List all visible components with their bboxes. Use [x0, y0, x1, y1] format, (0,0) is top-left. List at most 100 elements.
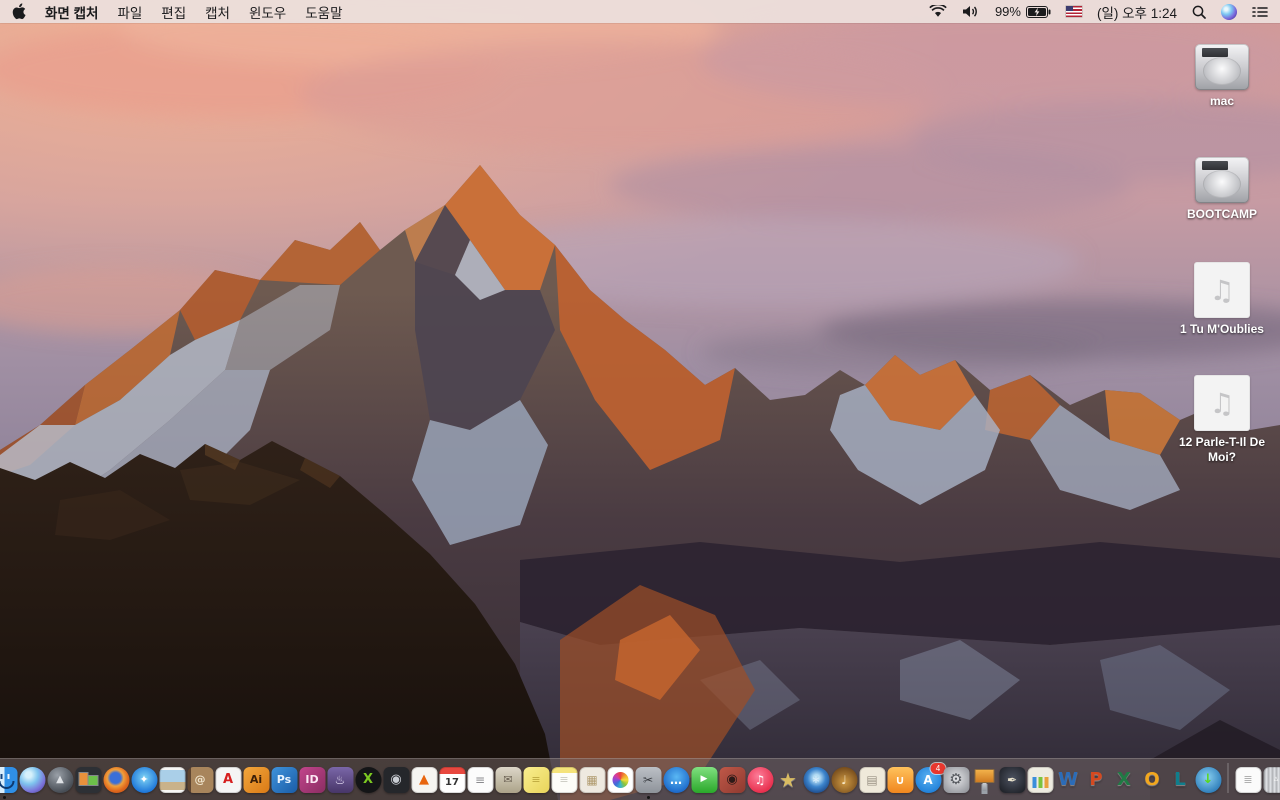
- adobe-indesign-icon: ID: [299, 766, 325, 793]
- ms-powerpoint-icon: P: [1089, 768, 1103, 790]
- preview-icon: [159, 766, 185, 793]
- dock: ▲ ✦ @ A Ai Ps ID ♨ X ◉ ▲ 17 ≡ ✉ ≡ ≡ ▦ ✂… ▶ ◉ ♫ ★ ∗ ♩ ▤ ∪ A 4 ⚙ ✒ W P X O L…: [0, 758, 1280, 800]
- dock-idvd[interactable]: ∗: [803, 766, 830, 793]
- dock-system-preferences[interactable]: ⚙: [943, 766, 970, 793]
- menu-bar: 화면 캡처 파일 편집 캡처 윈도우 도움말 99% (일) 오후 1:24: [0, 0, 1280, 23]
- app-menu-title[interactable]: 화면 캡처: [45, 2, 98, 22]
- recent-document-icon: ≣: [1235, 766, 1261, 793]
- menu-window[interactable]: 윈도우: [249, 2, 286, 22]
- finder-icon: [0, 766, 17, 793]
- notes-icon: ≡: [551, 766, 577, 793]
- dock-vlc[interactable]: ▲: [411, 766, 438, 793]
- video-converter-icon: X: [355, 766, 381, 793]
- running-indicator: [646, 796, 650, 799]
- dock-finder[interactable]: [0, 766, 18, 799]
- siri-menu-icon[interactable]: [1221, 3, 1237, 20]
- dock-contacts[interactable]: @: [187, 766, 214, 793]
- apple-menu[interactable]: [12, 3, 26, 20]
- dock-reminders[interactable]: ≡: [467, 766, 494, 793]
- wifi-icon[interactable]: [929, 5, 947, 18]
- dock-ms-excel[interactable]: X: [1111, 766, 1138, 793]
- idvd-icon: ∗: [803, 766, 829, 793]
- photos-icon: [607, 766, 633, 793]
- grab-icon: ✂: [635, 766, 661, 793]
- dock-downloader[interactable]: ↓: [1195, 766, 1222, 793]
- dock-facetime[interactable]: ▶: [691, 766, 718, 793]
- dock-safari[interactable]: ✦: [131, 766, 158, 793]
- audio-file-icon: ♫: [1194, 262, 1250, 318]
- menu-help[interactable]: 도움말: [305, 2, 342, 22]
- dock-ms-lync[interactable]: L: [1167, 766, 1194, 793]
- dock-preview[interactable]: [159, 766, 186, 793]
- desktop-icon-audio-file-1[interactable]: ♫ 1 Tu M'Oublies: [1178, 262, 1266, 337]
- menu-bar-clock[interactable]: (일) 오후 1:24: [1097, 2, 1177, 22]
- dock-divider: [1227, 763, 1229, 793]
- dock-video-converter[interactable]: X: [355, 766, 382, 793]
- dock-scrapbook[interactable]: ▤: [859, 766, 886, 793]
- dock-pages[interactable]: ✒: [999, 766, 1026, 793]
- dock-garageband[interactable]: ♩: [831, 766, 858, 793]
- dock-adobe-acrobat[interactable]: A: [215, 766, 242, 793]
- dock-imovie[interactable]: ★: [775, 766, 802, 793]
- adobe-illustrator-icon: Ai: [243, 766, 269, 793]
- dock-mission-control[interactable]: [75, 766, 102, 793]
- desktop-icon-drive-bootcamp[interactable]: BOOTCAMP: [1178, 157, 1266, 222]
- dock-grab[interactable]: ✂: [635, 766, 662, 799]
- safari-icon: ✦: [131, 766, 157, 793]
- dock-adobe-photoshop[interactable]: Ps: [271, 766, 298, 793]
- dock-adobe-indesign[interactable]: ID: [299, 766, 326, 793]
- dock-keynote[interactable]: [971, 766, 998, 793]
- dock-ms-powerpoint[interactable]: P: [1083, 766, 1110, 793]
- battery-icon[interactable]: [1025, 5, 1051, 18]
- ms-outlook-icon: O: [1144, 768, 1160, 790]
- dock-launchpad[interactable]: ▲: [47, 766, 74, 793]
- dock-photos[interactable]: [607, 766, 634, 793]
- ms-excel-icon: X: [1117, 768, 1131, 790]
- volume-icon[interactable]: [962, 5, 980, 18]
- dock-stickies[interactable]: ≡: [523, 766, 550, 793]
- spotlight-icon[interactable]: [1192, 5, 1206, 19]
- dock-toast-titanium[interactable]: ♨: [327, 766, 354, 793]
- messages-icon: …: [663, 766, 689, 793]
- dock-itunes[interactable]: ♫: [747, 766, 774, 793]
- dock-siri[interactable]: [19, 766, 46, 793]
- dock-ibooks[interactable]: ∪: [887, 766, 914, 793]
- macos-desktop: 화면 캡처 파일 편집 캡처 윈도우 도움말 99% (일) 오후 1:24 m…: [0, 0, 1280, 800]
- input-source-flag-us[interactable]: [1065, 6, 1082, 17]
- numbers-icon: [1027, 766, 1053, 793]
- dock-app-store[interactable]: A4: [915, 763, 946, 793]
- dock-numbers[interactable]: [1027, 766, 1054, 793]
- disc-ripper-icon: ◉: [383, 766, 409, 793]
- ms-lync-icon: L: [1174, 768, 1186, 790]
- desktop-icon-area: mac BOOTCAMP ♫ 1 Tu M'Oublies ♫ 12 Parle-T-Il…: [1178, 38, 1266, 518]
- dock-trash[interactable]: ▵: [1263, 766, 1280, 793]
- garageband-icon: ♩: [831, 766, 857, 793]
- toast-titanium-icon: ♨: [327, 766, 353, 793]
- desktop-icon-label: 12 Parle-T-Il De Moi?: [1178, 435, 1266, 464]
- ibooks-icon: ∪: [887, 766, 913, 793]
- desktop-icon-drive-mac[interactable]: mac: [1178, 44, 1266, 109]
- dock-calendar[interactable]: 17: [439, 766, 466, 793]
- menu-edit[interactable]: 편집: [161, 2, 186, 22]
- menu-file[interactable]: 파일: [117, 2, 142, 22]
- dock-stamps[interactable]: ▦: [579, 766, 606, 793]
- dock-messages[interactable]: …: [663, 766, 690, 793]
- battery-percent[interactable]: 99%: [995, 4, 1021, 19]
- notification-center-icon[interactable]: [1252, 6, 1268, 18]
- dock-recent-document[interactable]: ≣: [1235, 766, 1262, 793]
- dock-adobe-illustrator[interactable]: Ai: [243, 766, 270, 793]
- dock-ms-word[interactable]: W: [1055, 766, 1082, 793]
- dock-disc-ripper[interactable]: ◉: [383, 766, 410, 793]
- desktop-icon-audio-file-2[interactable]: ♫ 12 Parle-T-Il De Moi?: [1178, 375, 1266, 465]
- apple-logo-icon: [12, 3, 26, 20]
- dock-photo-booth[interactable]: ◉: [719, 766, 746, 793]
- menu-capture[interactable]: 캡처: [205, 2, 230, 22]
- siri-icon: [19, 766, 45, 793]
- dock-notes[interactable]: ≡: [551, 766, 578, 793]
- wallpaper-sierra-mountain: [0, 0, 1280, 800]
- dock-firefox[interactable]: [103, 766, 130, 793]
- hard-drive-icon: [1195, 157, 1249, 203]
- dock-ms-outlook[interactable]: O: [1139, 766, 1166, 793]
- dock-archive-box[interactable]: ✉: [495, 766, 522, 793]
- pages-icon: ✒: [999, 766, 1025, 793]
